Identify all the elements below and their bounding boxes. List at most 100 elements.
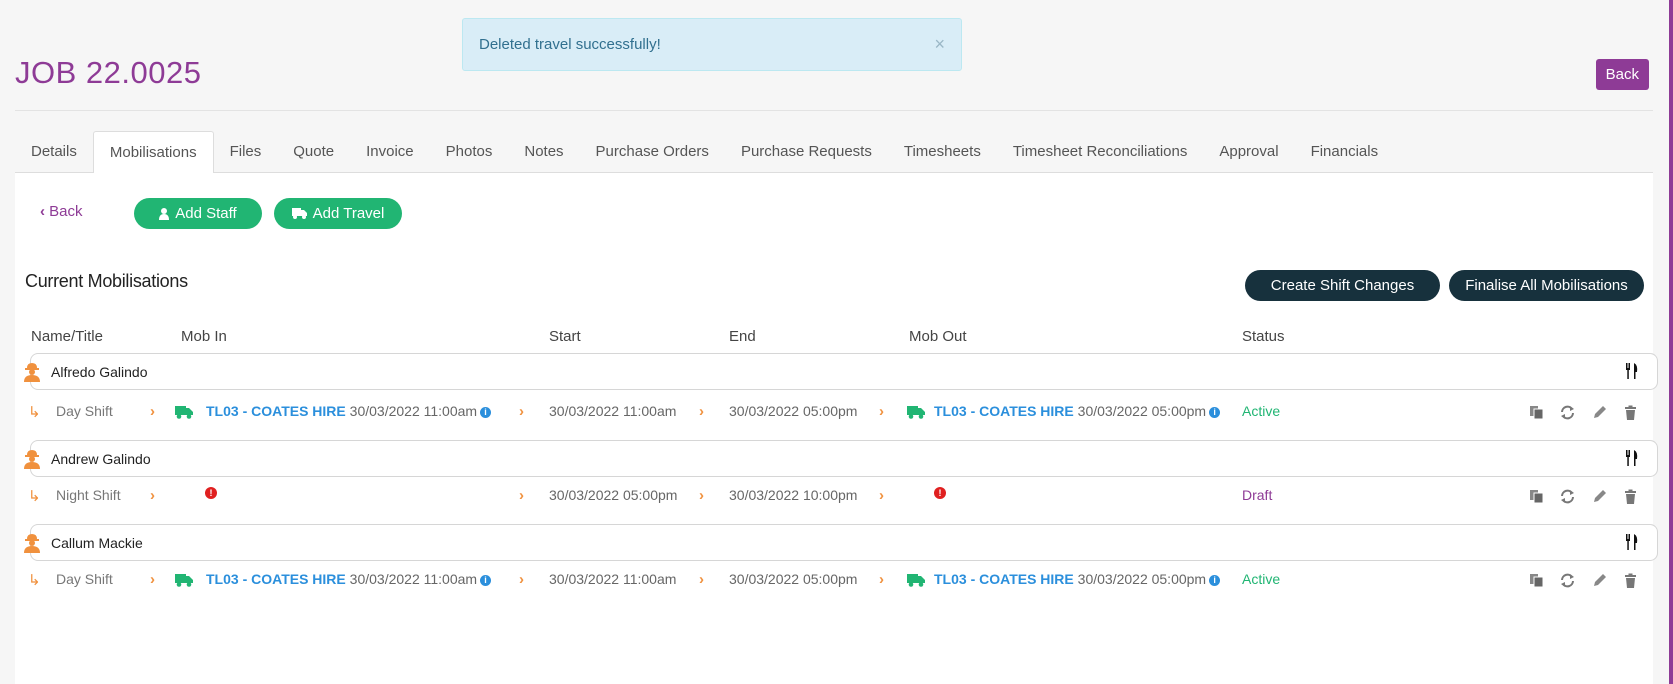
truck-icon xyxy=(907,574,925,587)
tab-quote[interactable]: Quote xyxy=(277,131,350,173)
end-time: 30/03/2022 05:00pm xyxy=(729,571,858,587)
chevron-right-icon: › xyxy=(699,571,704,588)
add-travel-label: Add Travel xyxy=(312,205,385,222)
trash-icon[interactable] xyxy=(1623,573,1638,588)
chevron-right-icon: › xyxy=(879,487,884,504)
end-time: 30/03/2022 10:00pm xyxy=(729,487,858,503)
mob-in-link[interactable]: TL03 - COATES HIRE xyxy=(206,571,346,587)
mob-out-time: 30/03/2022 05:00pm xyxy=(1077,571,1207,587)
chevron-left-icon: ‹ xyxy=(40,203,45,220)
mob-in: TL03 - COATES HIRE 30/03/2022 11:00am i xyxy=(206,571,492,587)
person-row: Callum Mackie xyxy=(24,524,1658,561)
refresh-icon[interactable] xyxy=(1560,405,1575,420)
col-name-title: Name/Title xyxy=(31,328,103,345)
section-title: Current Mobilisations xyxy=(25,271,188,291)
edit-icon[interactable] xyxy=(1592,405,1607,420)
tab-notes[interactable]: Notes xyxy=(508,131,579,173)
meal-icon[interactable] xyxy=(1625,450,1639,466)
copy-icon[interactable] xyxy=(1529,405,1544,420)
col-end: End xyxy=(729,328,756,345)
refresh-icon[interactable] xyxy=(1560,489,1575,504)
mob-in-link[interactable]: TL03 - COATES HIRE xyxy=(206,403,346,419)
worker-icon xyxy=(24,450,40,469)
divider xyxy=(15,110,1653,111)
subitem-arrow-icon: ↳ xyxy=(28,488,41,505)
person-row: Alfredo Galindo xyxy=(24,353,1658,390)
warning-icon[interactable]: ! xyxy=(205,487,217,499)
col-mob-in: Mob In xyxy=(181,328,227,345)
mob-out: TL03 - COATES HIRE 30/03/2022 05:00pm i xyxy=(934,403,1221,419)
col-start: Start xyxy=(549,328,581,345)
tab-details[interactable]: Details xyxy=(15,131,93,173)
start-time: 30/03/2022 11:00am xyxy=(549,571,677,587)
start-time: 30/03/2022 05:00pm xyxy=(549,487,678,503)
tab-purchase-requests[interactable]: Purchase Requests xyxy=(725,131,888,173)
chevron-right-icon: › xyxy=(150,403,155,420)
info-icon[interactable]: i xyxy=(480,575,492,586)
chevron-right-icon: › xyxy=(150,487,155,504)
tab-files[interactable]: Files xyxy=(214,131,278,173)
add-staff-label: Add Staff xyxy=(175,205,237,222)
start-time: 30/03/2022 11:00am xyxy=(549,403,677,419)
add-staff-button[interactable]: Add Staff xyxy=(134,198,262,229)
tab-photos[interactable]: Photos xyxy=(430,131,509,173)
mob-out-link[interactable]: TL03 - COATES HIRE xyxy=(934,571,1074,587)
status-label: Active xyxy=(1242,571,1281,587)
chevron-right-icon: › xyxy=(699,403,704,420)
person-row: Andrew Galindo xyxy=(24,440,1658,477)
info-icon[interactable]: i xyxy=(1209,575,1221,586)
chevron-right-icon: › xyxy=(519,571,524,588)
mob-in: TL03 - COATES HIRE 30/03/2022 11:00am i xyxy=(206,403,492,419)
worker-icon xyxy=(24,534,40,553)
warning-icon[interactable]: ! xyxy=(934,487,946,499)
tab-invoice[interactable]: Invoice xyxy=(350,131,430,173)
add-travel-button[interactable]: Add Travel xyxy=(274,198,402,229)
chevron-right-icon: › xyxy=(519,487,524,504)
refresh-icon[interactable] xyxy=(1560,573,1575,588)
truck-icon xyxy=(175,406,193,419)
tab-purchase-orders[interactable]: Purchase Orders xyxy=(580,131,725,173)
tab-timesheets[interactable]: Timesheets xyxy=(888,131,997,173)
page-title: JOB 22.0025 xyxy=(15,55,202,90)
subitem-arrow-icon: ↳ xyxy=(28,572,41,589)
chevron-right-icon: › xyxy=(150,571,155,588)
back-link[interactable]: ‹ Back xyxy=(40,203,83,220)
truck-icon xyxy=(907,406,925,419)
back-link-label: Back xyxy=(49,203,83,220)
copy-icon[interactable] xyxy=(1529,489,1544,504)
col-status: Status xyxy=(1242,328,1285,345)
close-icon[interactable]: × xyxy=(934,34,945,55)
end-time: 30/03/2022 05:00pm xyxy=(729,403,858,419)
trash-icon[interactable] xyxy=(1623,405,1638,420)
tab-mobilisations[interactable]: Mobilisations xyxy=(92,131,214,174)
subitem-arrow-icon: ↳ xyxy=(28,404,41,421)
edit-icon[interactable] xyxy=(1592,573,1607,588)
shift-row: ↳ Day Shift › TL03 - COATES HIRE 30/03/2… xyxy=(15,397,1653,427)
tab-timesheet-reconciliations[interactable]: Timesheet Reconciliations xyxy=(997,131,1204,173)
truck-icon xyxy=(291,208,307,219)
person-name: Alfredo Galindo xyxy=(51,364,148,380)
window-edge xyxy=(1669,0,1673,684)
shift-name: Day Shift xyxy=(56,403,113,419)
mob-out: TL03 - COATES HIRE 30/03/2022 05:00pm i xyxy=(934,571,1221,587)
mob-out-link[interactable]: TL03 - COATES HIRE xyxy=(934,403,1074,419)
status-label: Active xyxy=(1242,403,1281,419)
back-button[interactable]: Back xyxy=(1595,59,1649,90)
info-icon[interactable]: i xyxy=(480,407,492,418)
tab-bar: Details Mobilisations Files Quote Invoic… xyxy=(15,131,1653,174)
tab-financials[interactable]: Financials xyxy=(1295,131,1395,173)
meal-icon[interactable] xyxy=(1625,534,1639,550)
meal-icon[interactable] xyxy=(1625,363,1639,379)
info-icon[interactable]: i xyxy=(1209,407,1221,418)
edit-icon[interactable] xyxy=(1592,489,1607,504)
trash-icon[interactable] xyxy=(1623,489,1638,504)
finalise-all-button[interactable]: Finalise All Mobilisations xyxy=(1449,270,1644,301)
status-label: Draft xyxy=(1242,487,1273,503)
truck-icon xyxy=(175,574,193,587)
create-shift-changes-button[interactable]: Create Shift Changes xyxy=(1245,270,1440,301)
copy-icon[interactable] xyxy=(1529,573,1544,588)
mob-in-time: 30/03/2022 11:00am xyxy=(349,403,478,419)
alert-message: Deleted travel successfully! xyxy=(479,36,661,53)
tab-approval[interactable]: Approval xyxy=(1203,131,1294,173)
mob-out-time: 30/03/2022 05:00pm xyxy=(1077,403,1207,419)
